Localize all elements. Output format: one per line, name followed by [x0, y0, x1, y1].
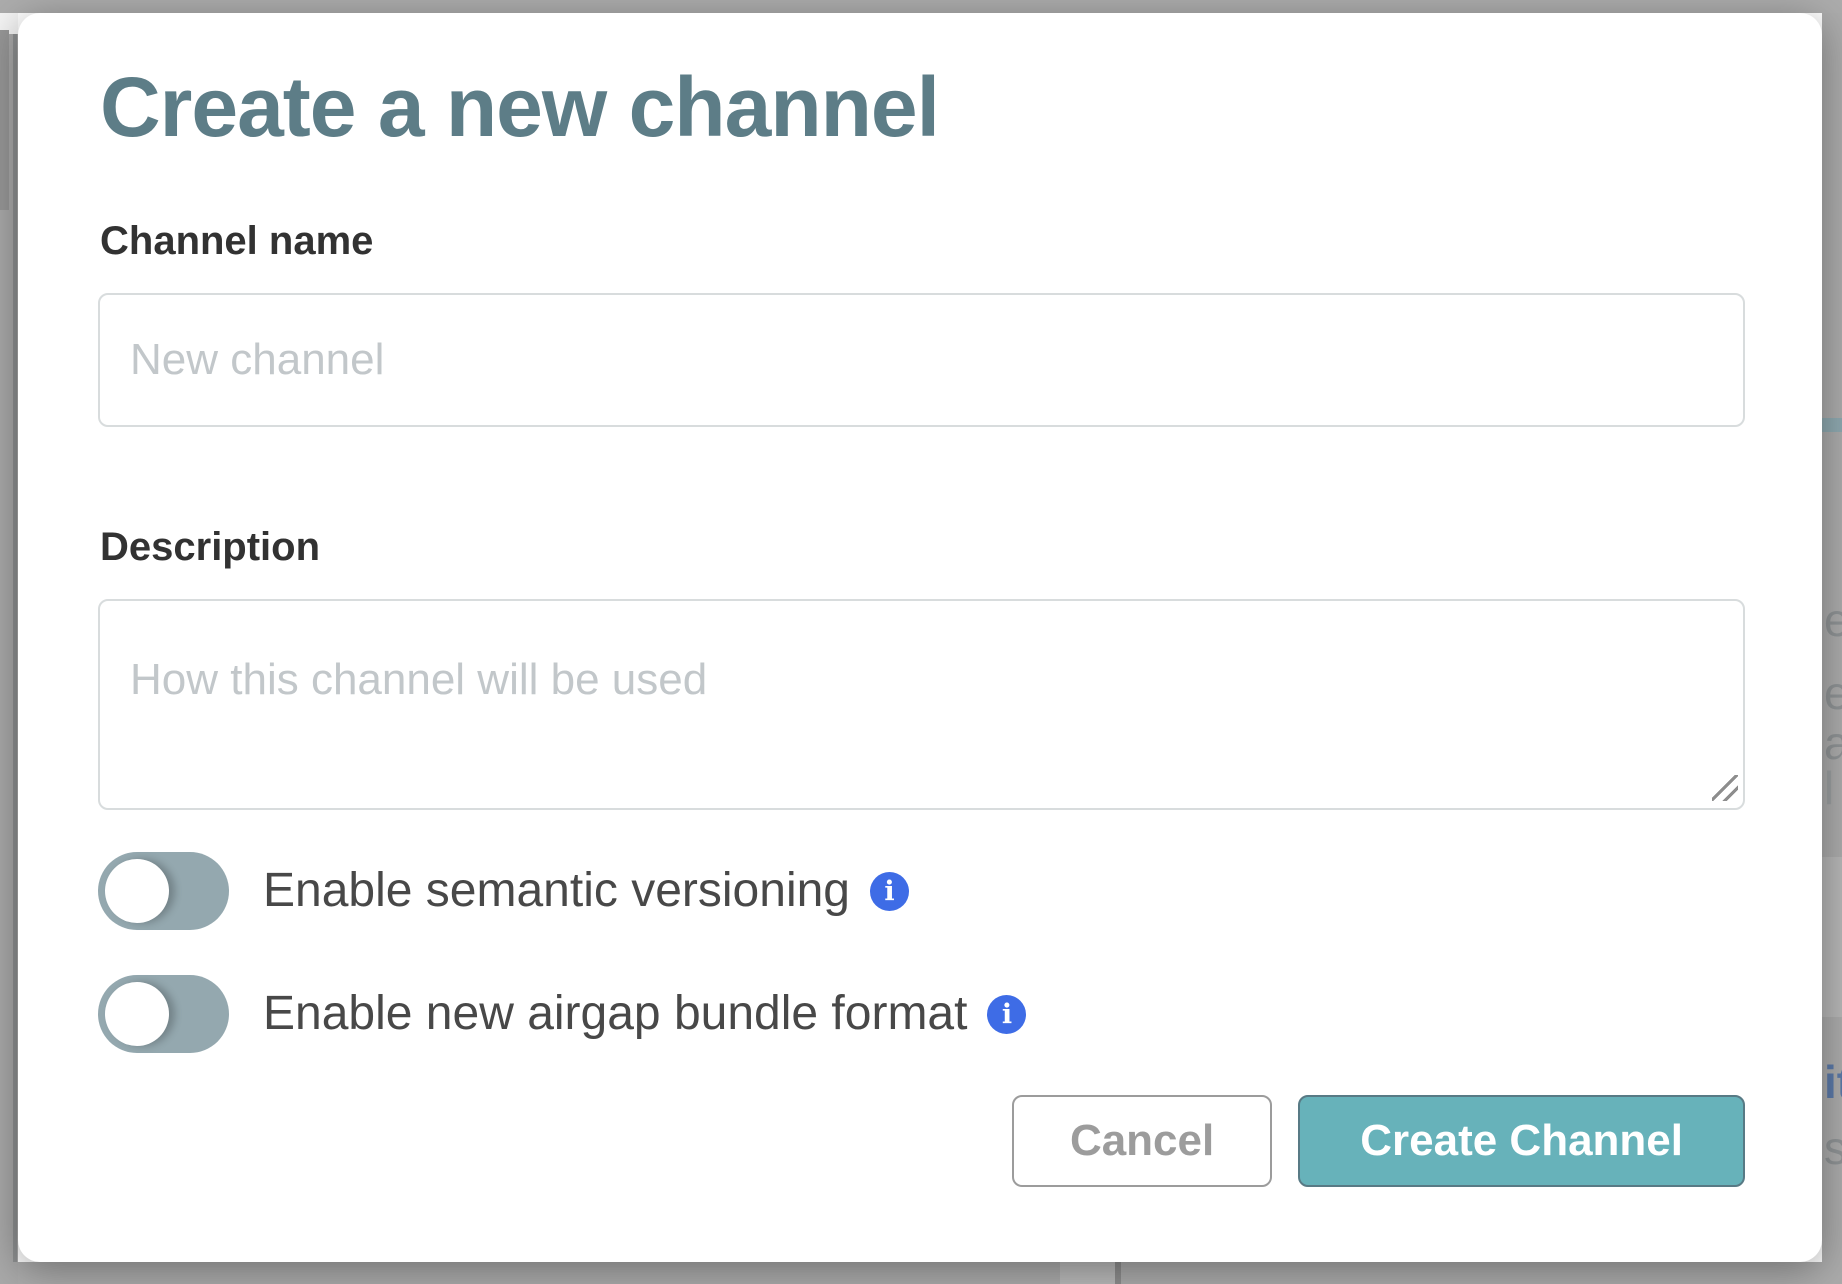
background-link-fragment: it	[1824, 1059, 1842, 1105]
create-channel-button[interactable]: Create Channel	[1298, 1095, 1745, 1187]
description-textarea[interactable]	[98, 599, 1745, 810]
overlay-strip-top	[0, 0, 1842, 13]
channel-name-label: Channel name	[100, 217, 1745, 265]
background-teal-bar	[1822, 418, 1842, 432]
info-icon[interactable]: i	[987, 995, 1026, 1034]
toggle-knob	[105, 982, 169, 1046]
resize-handle-icon[interactable]	[1712, 775, 1738, 801]
background-text-fragment: a	[1824, 720, 1842, 766]
channel-name-input[interactable]	[98, 293, 1745, 427]
overlay-strip-right: e e a l it s	[1822, 13, 1842, 1284]
background-page-edge	[13, 34, 17, 1262]
modal-title: Create a new channel	[100, 57, 1745, 157]
modal-footer: Cancel Create Channel	[98, 1095, 1745, 1187]
background-light-block	[1060, 1262, 1115, 1284]
cancel-button[interactable]: Cancel	[1012, 1095, 1272, 1187]
create-channel-modal: Create a new channel Channel name Descri…	[18, 13, 1822, 1262]
airgap-bundle-label: Enable new airgap bundle format	[263, 985, 967, 1043]
overlay-strip-bottom	[18, 1262, 1822, 1284]
toggle-row-semantic-versioning: Enable semantic versioning i	[98, 852, 1745, 930]
toggle-row-airgap-bundle: Enable new airgap bundle format i	[98, 975, 1745, 1053]
toggle-knob	[105, 859, 169, 923]
background-edge-shadow	[0, 30, 9, 210]
description-label: Description	[100, 523, 1745, 571]
airgap-bundle-toggle[interactable]	[98, 975, 229, 1053]
background-text-fragment: e	[1824, 597, 1842, 643]
semantic-versioning-toggle[interactable]	[98, 852, 229, 930]
background-light-band	[1822, 857, 1842, 1017]
semantic-versioning-label: Enable semantic versioning	[263, 862, 850, 920]
background-text-fragment: l	[1824, 765, 1842, 811]
background-text-fragment: e	[1824, 670, 1842, 716]
background-text-fragment: s	[1824, 1125, 1842, 1171]
info-icon[interactable]: i	[870, 872, 909, 911]
description-field-wrap	[98, 599, 1745, 810]
background-divider-line	[1115, 1262, 1121, 1284]
